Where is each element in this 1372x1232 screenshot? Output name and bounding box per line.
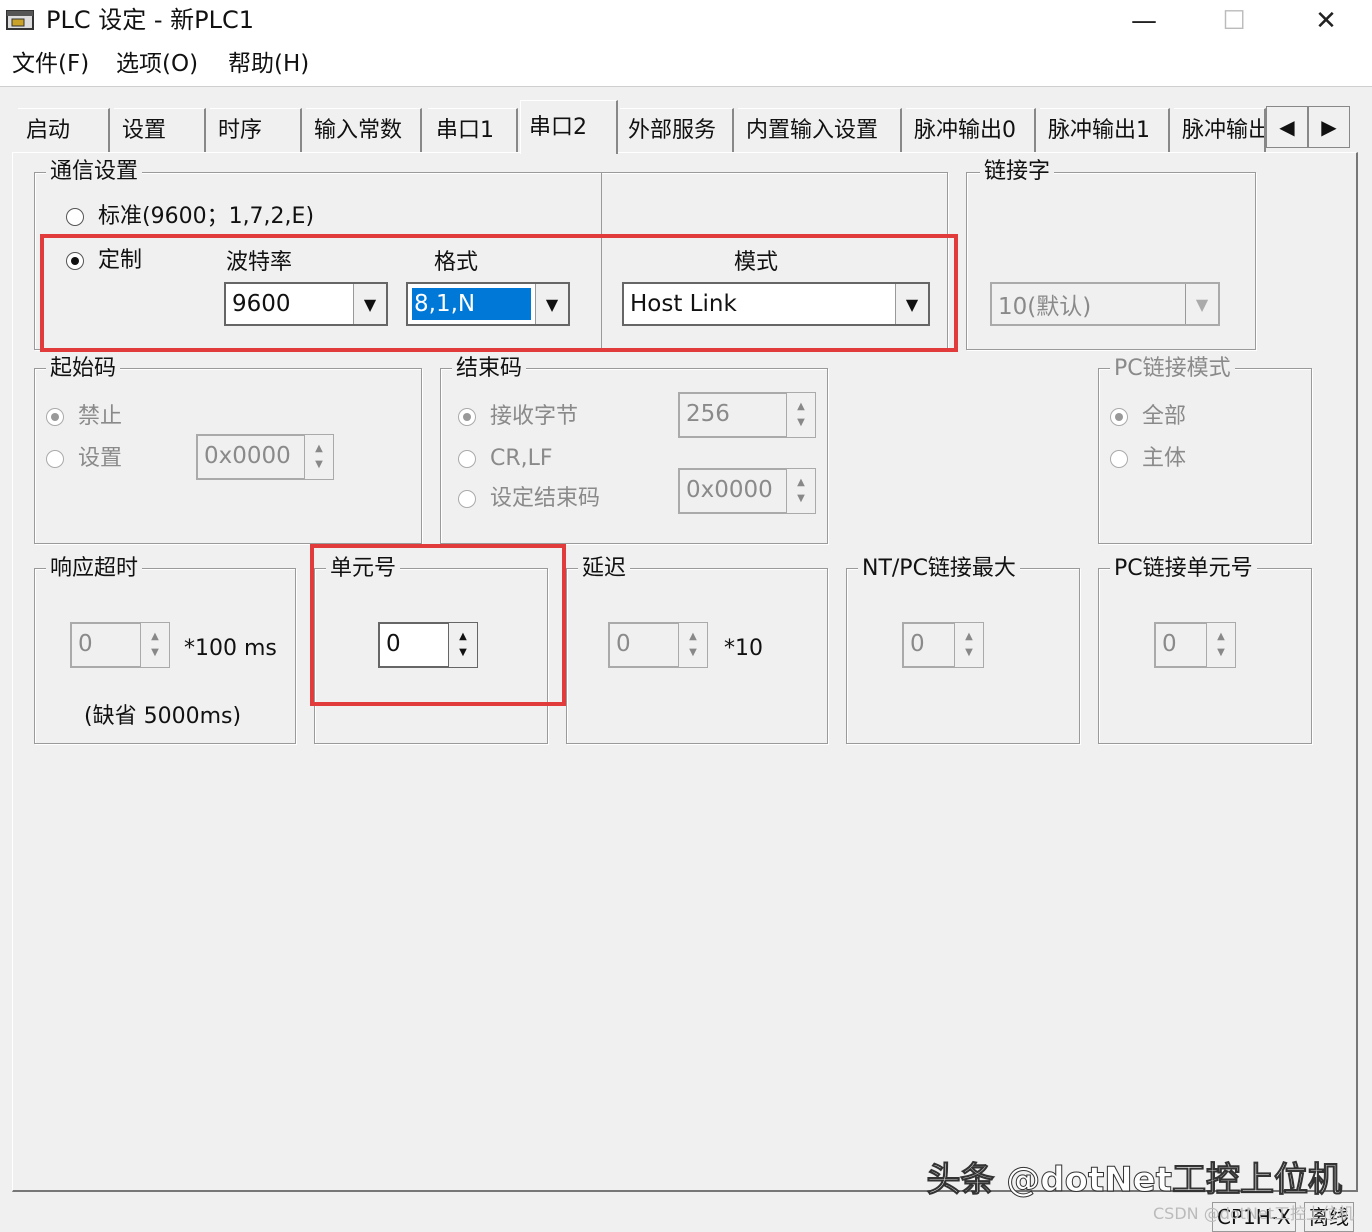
spinner-arrows-icon[interactable]: ▲ ▼ — [786, 468, 816, 514]
close-button[interactable]: ✕ — [1280, 0, 1372, 42]
spinner-arrows-icon[interactable]: ▲ ▼ — [678, 622, 708, 668]
response-timeout-title: 响应超时 — [46, 555, 143, 583]
tab-builtin-input[interactable]: 内置输入设置 — [738, 108, 902, 152]
spinner-arrows-icon[interactable]: ▲ ▼ — [786, 392, 816, 438]
highlight-box — [40, 234, 958, 352]
end-code-title: 结束码 — [452, 355, 527, 383]
tab-input-constants[interactable]: 输入常数 — [306, 108, 422, 152]
crlf-radio[interactable] — [458, 450, 476, 468]
start-set-label: 设置 — [78, 446, 123, 471]
menu-options[interactable]: 选项(O) — [116, 48, 198, 80]
watermark: 头条 @dotNet工控上位机 — [926, 1160, 1343, 1201]
spinner-arrows-icon[interactable]: ▲ ▼ — [304, 434, 334, 480]
tab-scroll-right-icon[interactable]: ▶ — [1308, 106, 1350, 148]
standard-label: 标准(9600；1,7,2,E) — [98, 204, 315, 229]
pc-link-mode-title: PC链接模式 — [1110, 355, 1235, 383]
recv-bytes-label: 接收字节 — [490, 404, 579, 429]
maximize-button[interactable]: ☐ — [1188, 0, 1280, 42]
pc-link-master-radio[interactable] — [1110, 450, 1128, 468]
tab-startup[interactable]: 启动 — [18, 108, 110, 152]
response-timeout-note: (缺省 5000ms) — [84, 704, 242, 729]
tab-pulse-output-0[interactable]: 脉冲输出0 — [906, 108, 1036, 152]
tab-pulse-output-1[interactable]: 脉冲输出1 — [1040, 108, 1170, 152]
start-disable-radio[interactable] — [46, 408, 64, 426]
link-word-value: 10(默认) — [998, 294, 1092, 320]
nt-pc-link-max-title: NT/PC链接最大 — [858, 555, 1020, 583]
crlf-label: CR,LF — [490, 446, 553, 471]
menu-bar — [0, 42, 1372, 87]
nt-pc-link-max-input[interactable]: 0 — [902, 622, 954, 668]
pc-link-mode-group — [1098, 368, 1312, 544]
start-set-radio[interactable] — [46, 450, 64, 468]
set-end-radio[interactable] — [458, 490, 476, 508]
standard-radio[interactable] — [66, 208, 84, 226]
app-icon — [6, 10, 34, 30]
comm-settings-title: 通信设置 — [46, 158, 143, 186]
start-disable-label: 禁止 — [78, 404, 123, 429]
spinner-arrows-icon[interactable]: ▲ ▼ — [1206, 622, 1236, 668]
csdn-watermark: CSDN @dotNet工控上位机 — [1152, 1204, 1354, 1223]
window-title: PLC 设定 - 新PLC1 — [46, 6, 255, 34]
tab-scroll-left-icon[interactable]: ◀ — [1266, 106, 1308, 148]
pc-link-unit-input[interactable]: 0 — [1154, 622, 1206, 668]
pc-link-unit-title: PC链接单元号 — [1110, 555, 1257, 583]
delay-input[interactable]: 0 — [608, 622, 678, 668]
start-code-input[interactable]: 0x0000 — [196, 434, 306, 480]
tab-external-service[interactable]: 外部服务 — [620, 108, 734, 152]
set-end-label: 设定结束码 — [490, 486, 601, 511]
menu-file[interactable]: 文件(F) — [12, 48, 89, 80]
highlight-box — [310, 544, 566, 706]
end-code-input[interactable]: 0x0000 — [678, 468, 788, 514]
pc-link-all-label: 全部 — [1142, 404, 1187, 429]
tab-timing[interactable]: 时序 — [210, 108, 302, 152]
tab-serial-port-1[interactable]: 串口1 — [428, 108, 518, 152]
minimize-button[interactable]: — — [1098, 0, 1190, 42]
start-code-title: 起始码 — [46, 355, 121, 383]
response-timeout-unit: *100 ms — [184, 636, 277, 661]
spinner-arrows-icon[interactable]: ▲ ▼ — [140, 622, 170, 668]
tab-pulse-output-2[interactable]: 脉冲输出 — [1174, 108, 1266, 152]
pc-link-all-radio[interactable] — [1110, 408, 1128, 426]
response-timeout-input[interactable]: 0 — [70, 622, 140, 668]
link-word-select[interactable]: 10(默认) ▼ — [990, 282, 1220, 326]
recv-bytes-input[interactable]: 256 — [678, 392, 788, 438]
tab-serial-port-2[interactable]: 串口2 — [520, 100, 618, 154]
recv-bytes-radio[interactable] — [458, 408, 476, 426]
spinner-arrows-icon[interactable]: ▲ ▼ — [954, 622, 984, 668]
delay-title: 延迟 — [578, 555, 631, 583]
delay-unit: *10 — [724, 636, 763, 661]
link-word-title: 链接字 — [980, 158, 1055, 186]
tab-settings[interactable]: 设置 — [114, 108, 206, 152]
menu-help[interactable]: 帮助(H) — [228, 48, 309, 80]
chevron-down-icon: ▼ — [1185, 284, 1218, 324]
pc-link-master-label: 主体 — [1142, 446, 1187, 471]
